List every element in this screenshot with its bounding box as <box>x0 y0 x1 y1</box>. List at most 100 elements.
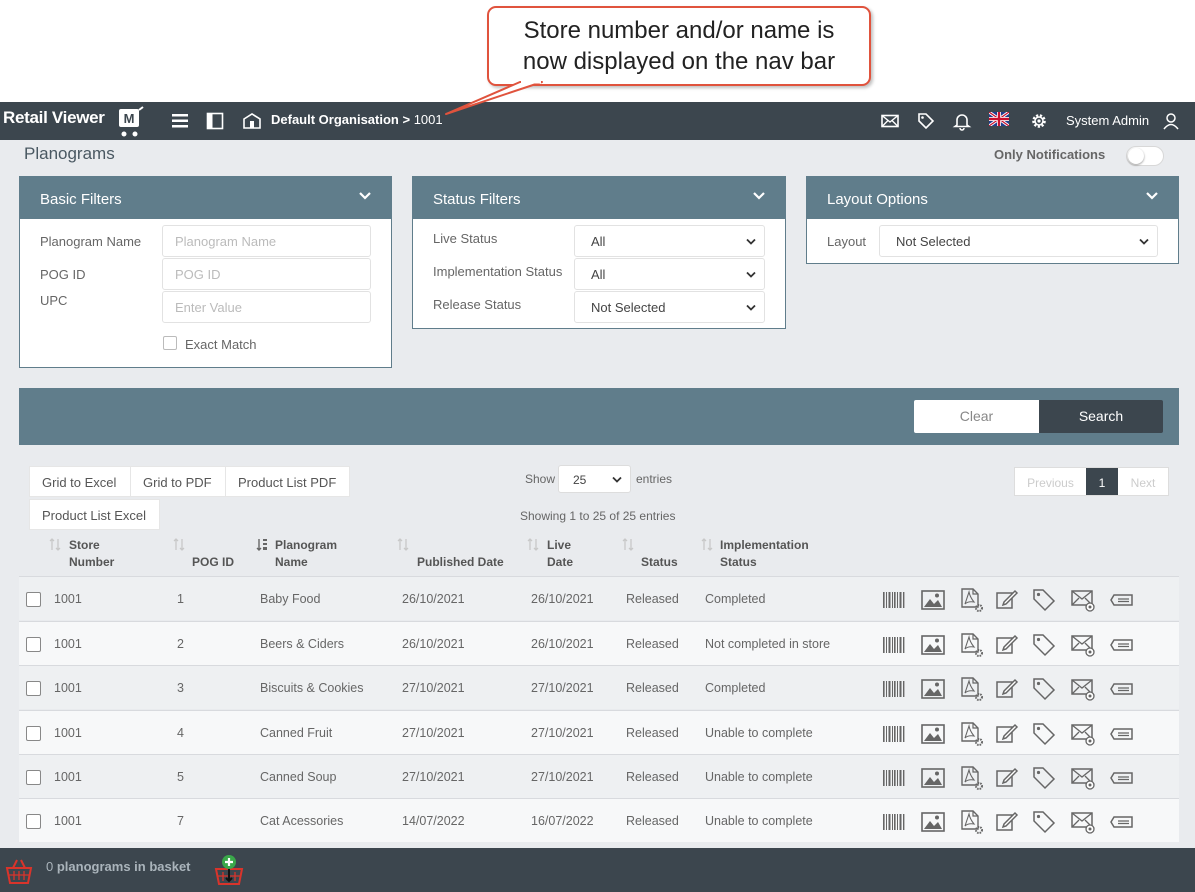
pog-id-input[interactable]: POG ID <box>162 258 371 290</box>
header-pog-id[interactable]: POG ID <box>192 554 234 571</box>
basic-filters-header[interactable]: Basic Filters <box>20 177 391 219</box>
barcode-icon[interactable] <box>881 765 907 791</box>
row-select-checkbox[interactable] <box>26 814 41 829</box>
label-icon[interactable] <box>1109 809 1135 835</box>
table-row[interactable]: 1001 5 Canned Soup 27/10/2021 27/10/2021 Rele… <box>19 754 1179 798</box>
mail-icon[interactable] <box>880 111 900 131</box>
pdf-settings-icon[interactable] <box>958 632 984 658</box>
barcode-icon[interactable] <box>881 721 907 747</box>
pager-page-1[interactable]: 1 <box>1086 468 1118 495</box>
sort-icon[interactable] <box>527 538 539 551</box>
implementation-status-select[interactable]: All <box>574 258 765 290</box>
sort-icon[interactable] <box>397 538 409 551</box>
label-icon[interactable] <box>1109 721 1135 747</box>
breadcrumb[interactable]: Default Organisation > 1001 <box>271 112 443 127</box>
image-icon[interactable] <box>920 587 946 613</box>
image-icon[interactable] <box>920 676 946 702</box>
mail-settings-icon[interactable] <box>1070 632 1096 658</box>
label-icon[interactable] <box>1109 587 1135 613</box>
only-notifications-toggle[interactable] <box>1126 146 1164 166</box>
label-icon[interactable] <box>1109 676 1135 702</box>
basket-icon[interactable] <box>4 857 34 885</box>
mail-settings-icon[interactable] <box>1070 809 1096 835</box>
row-select-checkbox[interactable] <box>26 637 41 652</box>
tag-icon[interactable] <box>1031 809 1057 835</box>
mail-settings-icon[interactable] <box>1070 587 1096 613</box>
mail-settings-icon[interactable] <box>1070 721 1096 747</box>
tag-icon[interactable] <box>1031 765 1057 791</box>
row-select-checkbox[interactable] <box>26 770 41 785</box>
release-status-select[interactable]: Not Selected <box>574 291 765 323</box>
tag-icon[interactable] <box>1031 721 1057 747</box>
header-live-date[interactable]: Live Date <box>547 537 573 571</box>
sort-ascending-icon[interactable] <box>256 538 268 551</box>
table-row[interactable]: 1001 3 Biscuits & Cookies 27/10/2021 27/10/2… <box>19 665 1179 709</box>
pdf-settings-icon[interactable] <box>958 809 984 835</box>
store-building-icon[interactable] <box>242 111 262 131</box>
image-icon[interactable] <box>920 809 946 835</box>
header-status[interactable]: Status <box>641 554 678 571</box>
upc-input[interactable]: Enter Value <box>162 291 371 323</box>
barcode-icon[interactable] <box>881 676 907 702</box>
table-row[interactable]: 1001 1 Baby Food 26/10/2021 26/10/2021 Releas… <box>19 576 1179 620</box>
bell-icon[interactable] <box>952 111 972 131</box>
image-icon[interactable] <box>920 765 946 791</box>
edit-icon[interactable] <box>994 765 1020 791</box>
chevron-down-icon[interactable] <box>1146 191 1158 201</box>
chevron-down-icon[interactable] <box>753 191 765 201</box>
row-select-checkbox[interactable] <box>26 681 41 696</box>
header-store-number[interactable]: Store Number <box>69 537 114 571</box>
layout-select[interactable]: Not Selected <box>879 225 1158 257</box>
edit-icon[interactable] <box>994 587 1020 613</box>
header-implementation-status[interactable]: Implementation Status <box>720 537 809 571</box>
barcode-icon[interactable] <box>881 632 907 658</box>
label-icon[interactable] <box>1109 765 1135 791</box>
planogram-name-input[interactable]: Planogram Name <box>162 225 371 257</box>
tag-icon[interactable] <box>916 111 936 131</box>
pager-next[interactable]: Next <box>1118 468 1168 495</box>
image-icon[interactable] <box>920 721 946 747</box>
panel-toggle-icon[interactable] <box>205 111 225 131</box>
pdf-settings-icon[interactable] <box>958 676 984 702</box>
exact-match-checkbox[interactable] <box>163 336 177 350</box>
gear-icon[interactable] <box>1029 111 1049 131</box>
pdf-settings-icon[interactable] <box>958 721 984 747</box>
search-button[interactable]: Search <box>1039 400 1163 433</box>
uk-flag-icon[interactable] <box>989 112 1009 126</box>
edit-icon[interactable] <box>994 676 1020 702</box>
grid-to-excel-button[interactable]: Grid to Excel <box>29 466 131 497</box>
sort-icon[interactable] <box>49 538 61 551</box>
user-name[interactable]: System Admin <box>1066 113 1149 128</box>
image-icon[interactable] <box>920 632 946 658</box>
pager-previous[interactable]: Previous <box>1015 468 1086 495</box>
page-size-select[interactable]: 25 <box>558 465 631 493</box>
sort-icon[interactable] <box>622 538 634 551</box>
table-row[interactable]: 1001 2 Beers & Ciders 26/10/2021 26/10/2021 R… <box>19 621 1179 665</box>
edit-icon[interactable] <box>994 721 1020 747</box>
label-icon[interactable] <box>1109 632 1135 658</box>
row-select-checkbox[interactable] <box>26 592 41 607</box>
mail-settings-icon[interactable] <box>1070 676 1096 702</box>
chevron-down-icon[interactable] <box>359 191 371 201</box>
barcode-icon[interactable] <box>881 809 907 835</box>
pdf-settings-icon[interactable] <box>958 765 984 791</box>
clear-button[interactable]: Clear <box>914 400 1039 433</box>
user-icon[interactable] <box>1161 111 1181 131</box>
edit-icon[interactable] <box>994 809 1020 835</box>
tag-icon[interactable] <box>1031 587 1057 613</box>
mail-settings-icon[interactable] <box>1070 765 1096 791</box>
add-to-basket-icon[interactable] <box>213 854 245 886</box>
product-list-excel-button[interactable]: Product List Excel <box>29 499 160 530</box>
row-select-checkbox[interactable] <box>26 726 41 741</box>
edit-icon[interactable] <box>994 632 1020 658</box>
product-list-pdf-button[interactable]: Product List PDF <box>225 466 350 497</box>
brand-logo[interactable]: Retail Viewer <box>3 108 105 128</box>
status-filters-header[interactable]: Status Filters <box>413 177 785 219</box>
sort-icon[interactable] <box>701 538 713 551</box>
table-row[interactable]: 1001 7 Cat Acessories 14/07/2022 16/07/2022 R… <box>19 798 1179 842</box>
sort-icon[interactable] <box>173 538 185 551</box>
header-planogram-name[interactable]: Planogram Name <box>275 537 337 571</box>
live-status-select[interactable]: All <box>574 225 765 257</box>
layout-options-header[interactable]: Layout Options <box>807 177 1178 219</box>
tag-icon[interactable] <box>1031 676 1057 702</box>
